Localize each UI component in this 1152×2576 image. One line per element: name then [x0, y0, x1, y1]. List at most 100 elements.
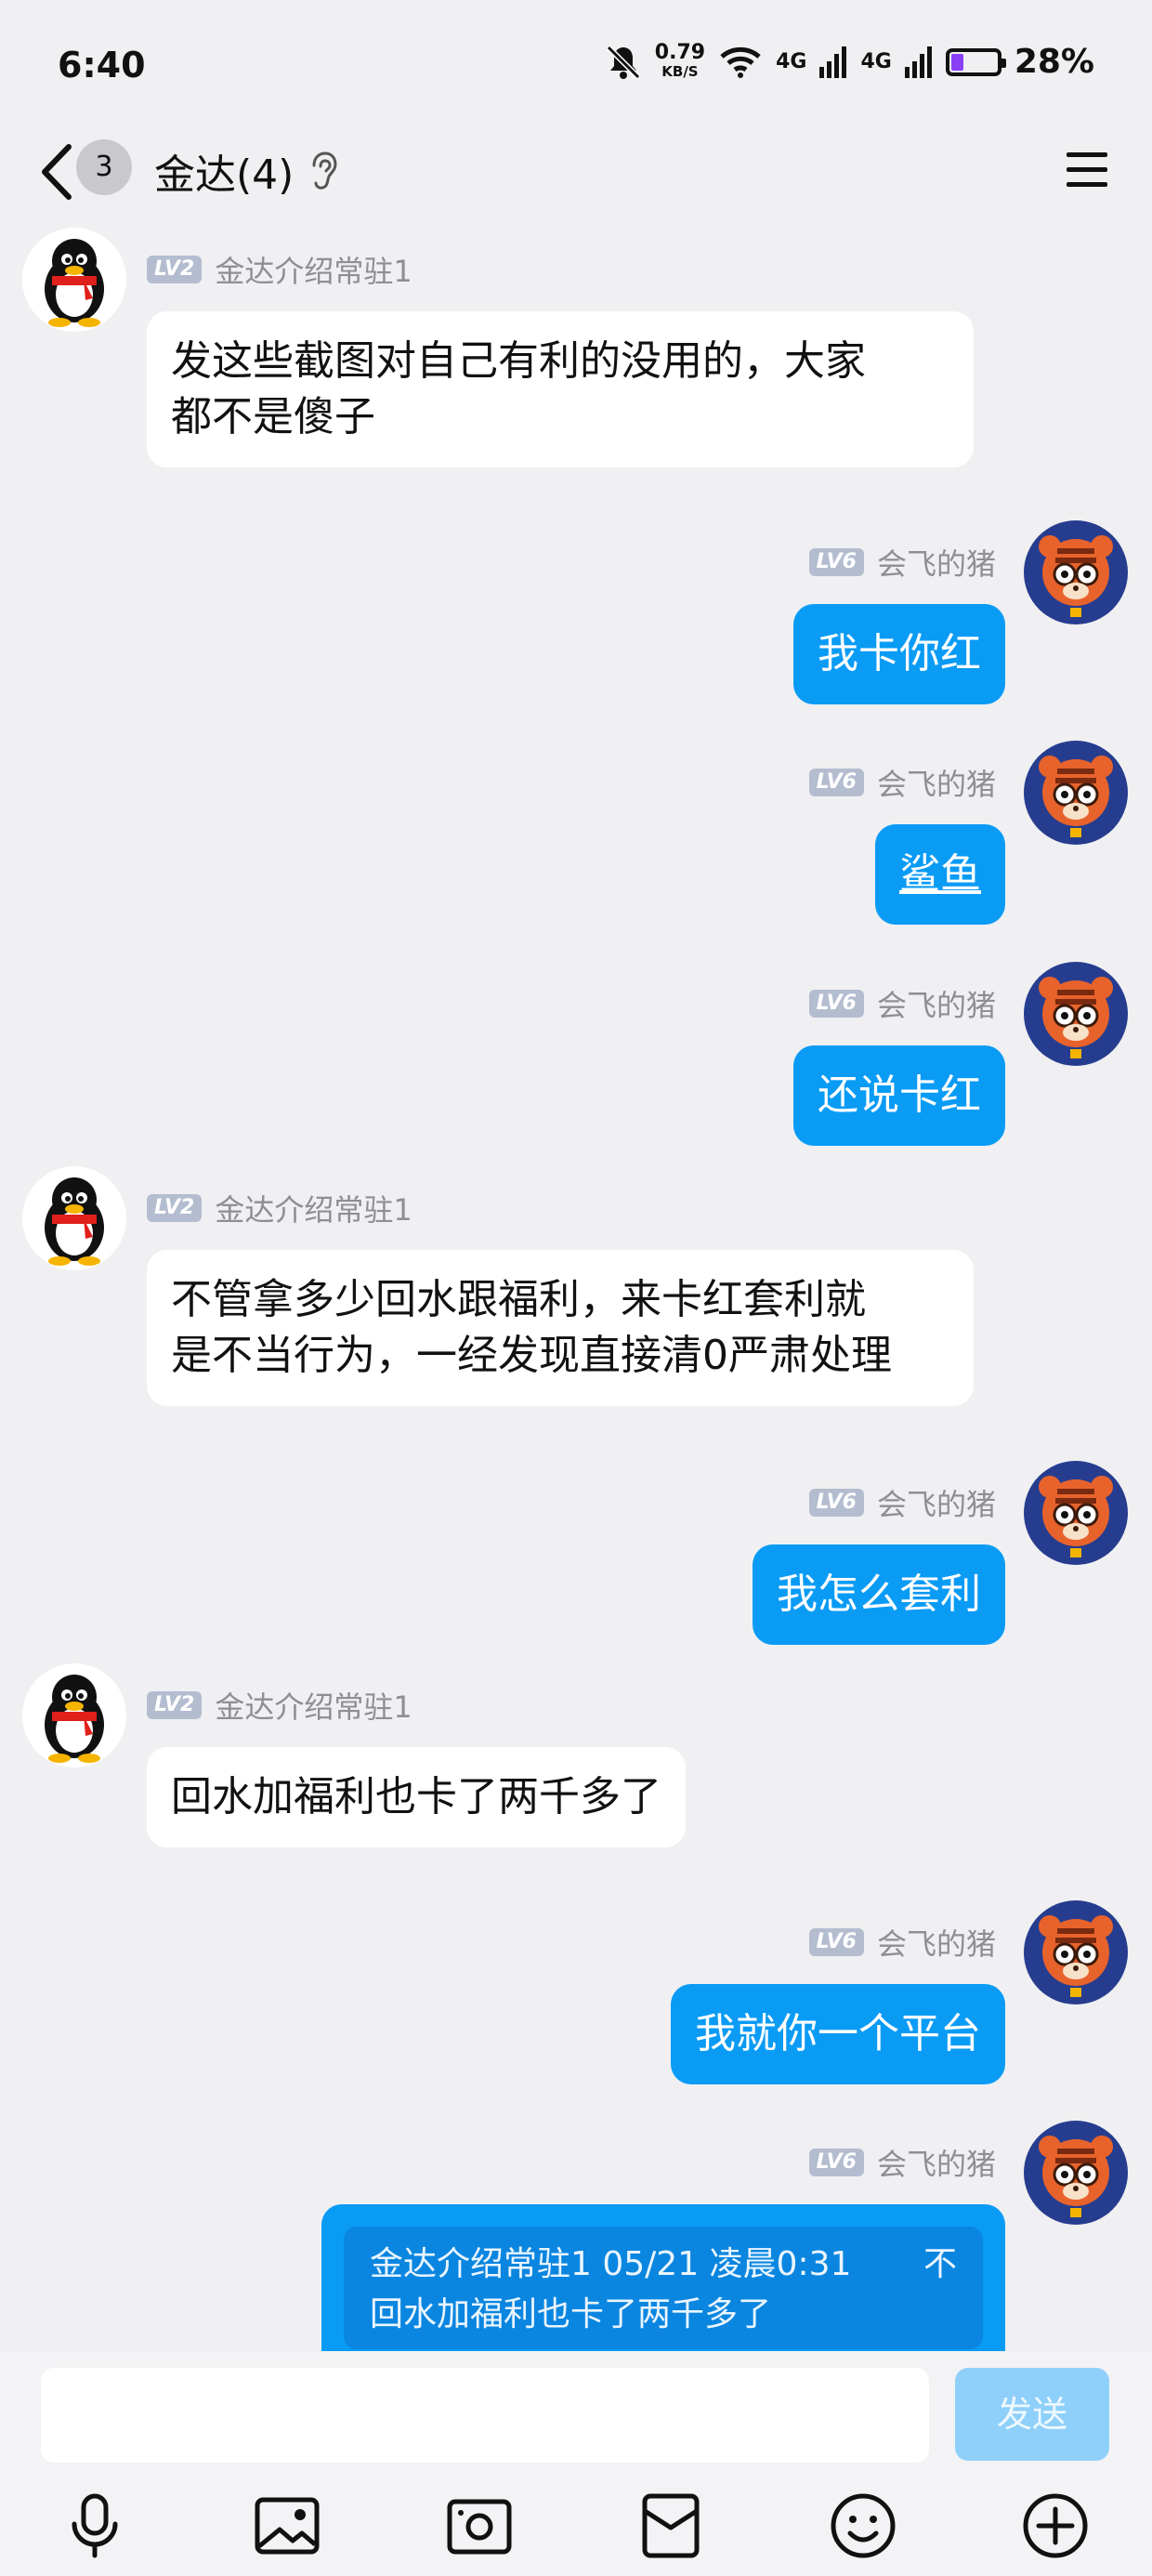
red-packet-icon[interactable]	[634, 2489, 708, 2563]
status-bar: 6:40 0.79 KB/S 4G 4G 28%	[0, 0, 1152, 121]
sender-meta: LV6 会飞的猪	[808, 1481, 996, 1524]
level-badge: LV2	[147, 1691, 203, 1719]
message-item: LV2 金达介绍常驻1 发这些截图对自己有利的没用的，大家 都不是傻子	[0, 228, 1152, 479]
net-speed: 0.79 KB/S	[654, 40, 706, 81]
group-title[interactable]: 金达(4)	[154, 141, 294, 201]
sender-meta: LV6 会飞的猪	[808, 982, 996, 1025]
sender-meta: LV2 金达介绍常驻1	[147, 1684, 412, 1727]
ear-icon[interactable]	[307, 149, 338, 193]
tiger-avatar-icon	[1024, 1461, 1128, 1565]
level-badge: LV6	[808, 548, 864, 576]
battery-icon	[945, 47, 1006, 76]
menu-icon[interactable]	[1063, 145, 1111, 193]
message-bubble[interactable]: 我卡你红	[793, 604, 1005, 704]
quote-header: 金达介绍常驻1 05/21 凌晨0:31	[370, 2245, 852, 2283]
mic-icon[interactable]	[58, 2489, 132, 2563]
wifi-icon	[720, 46, 761, 78]
message-bubble[interactable]: 不管拿多少回水跟福利，来卡红套利就 是不当行为，一经发现直接清0严肃处理	[147, 1250, 974, 1406]
message-item: LV6 会飞的猪 我卡你红	[0, 520, 1152, 706]
sender-name[interactable]: 会飞的猪	[877, 761, 996, 804]
unread-badge[interactable]: 3	[76, 139, 132, 195]
signal-label-2: 4G	[860, 50, 892, 73]
back-icon[interactable]	[35, 141, 78, 203]
message-item: LV6 会飞的猪 金达介绍常驻1 05/21 凌晨0:31 不 回水加福利也卡了…	[0, 2121, 1152, 2351]
tiger-avatar-icon	[1024, 520, 1128, 624]
level-badge: LV2	[147, 1194, 203, 1222]
message-item: LV6 会飞的猪 还说卡红	[0, 962, 1152, 1148]
emoji-icon[interactable]	[826, 2489, 900, 2563]
signal-bars-icon	[819, 46, 847, 78]
avatar-tiger[interactable]	[1024, 1461, 1128, 1565]
message-item: LV2 金达介绍常驻1 回水加福利也卡了两千多了	[0, 1663, 1152, 1849]
sender-meta: LV6 会飞的猪	[808, 761, 996, 804]
level-badge: LV6	[808, 1928, 864, 1956]
message-input[interactable]	[41, 2368, 929, 2463]
status-icons: 0.79 KB/S 4G 4G 28%	[605, 40, 1094, 81]
message-item: LV6 会飞的猪 我怎么套利	[0, 1461, 1152, 1647]
sender-name[interactable]: 金达介绍常驻1	[215, 1187, 412, 1229]
message-item: LV2 金达介绍常驻1 不管拿多少回水跟福利，来卡红套利就 是不当行为，一经发现…	[0, 1166, 1152, 1417]
tiger-avatar-icon	[1024, 1900, 1128, 2004]
avatar-tiger[interactable]	[1024, 741, 1128, 845]
message-bubble[interactable]: 发这些截图对自己有利的没用的，大家 都不是傻子	[147, 311, 974, 467]
sender-meta: LV6 会飞的猪	[808, 541, 996, 584]
mute-bell-icon	[606, 45, 640, 79]
image-icon[interactable]	[250, 2489, 324, 2563]
chat-header: 3 金达(4)	[0, 121, 1152, 228]
penguin-avatar-icon	[22, 228, 126, 332]
penguin-avatar-icon	[22, 1663, 126, 1768]
quoted-message[interactable]: 金达介绍常驻1 05/21 凌晨0:31 不 回水加福利也卡了两千多了	[344, 2227, 983, 2349]
message-list[interactable]: LV2 金达介绍常驻1 发这些截图对自己有利的没用的，大家 都不是傻子 LV6 …	[0, 228, 1152, 2351]
message-bubble[interactable]: 金达介绍常驻1 05/21 凌晨0:31 不 回水加福利也卡了两千多了	[321, 2204, 1005, 2351]
net-speed-value: 0.79	[654, 40, 706, 64]
sender-name[interactable]: 金达介绍常驻1	[215, 248, 412, 291]
message-bubble[interactable]: 我怎么套利	[753, 1544, 1005, 1645]
tiger-avatar-icon	[1024, 741, 1128, 845]
plus-icon[interactable]	[1018, 2489, 1093, 2563]
battery-percent: 28%	[1014, 43, 1094, 81]
message-bubble[interactable]: 回水加福利也卡了两千多了	[147, 1747, 686, 1847]
avatar-penguin[interactable]	[22, 228, 126, 332]
signal-label-1: 4G	[776, 50, 807, 73]
avatar-tiger[interactable]	[1024, 1900, 1128, 2004]
level-badge: LV2	[147, 256, 203, 283]
penguin-avatar-icon	[22, 1166, 126, 1270]
status-time: 6:40	[58, 45, 146, 85]
input-bar: 发送	[0, 2351, 1152, 2576]
message-bubble[interactable]: 鲨鱼	[875, 824, 1005, 925]
avatar-penguin[interactable]	[22, 1663, 126, 1768]
camera-icon[interactable]	[442, 2489, 517, 2563]
quote-text: 回水加福利也卡了两千多了	[370, 2295, 772, 2333]
net-speed-unit: KB/S	[661, 62, 699, 80]
message-text-line: 都不是傻子	[171, 393, 375, 440]
sender-meta: LV2 金达介绍常驻1	[147, 248, 412, 291]
sender-name[interactable]: 会飞的猪	[877, 541, 996, 584]
quote-extra: 不	[923, 2245, 957, 2283]
avatar-tiger[interactable]	[1024, 520, 1128, 624]
message-text-line: 发这些截图对自己有利的没用的，大家	[171, 337, 866, 385]
sender-name[interactable]: 会飞的猪	[877, 2141, 996, 2184]
sender-name[interactable]: 会飞的猪	[877, 1481, 996, 1524]
message-bubble[interactable]: 还说卡红	[793, 1045, 1005, 1146]
message-bubble[interactable]: 我就你一个平台	[671, 1984, 1005, 2084]
message-text-line: 不管拿多少回水跟福利，来卡红套利就	[171, 1276, 866, 1323]
send-button[interactable]: 发送	[955, 2368, 1109, 2461]
level-badge: LV6	[808, 769, 864, 796]
message-item: LV6 会飞的猪 我就你一个平台	[0, 1900, 1152, 2086]
message-item: LV6 会飞的猪 鲨鱼	[0, 741, 1152, 927]
sender-name[interactable]: 会飞的猪	[877, 982, 996, 1025]
tiger-avatar-icon	[1024, 2121, 1128, 2225]
avatar-tiger[interactable]	[1024, 2121, 1128, 2225]
sender-meta: LV6 会飞的猪	[808, 1921, 996, 1964]
level-badge: LV6	[808, 1489, 864, 1517]
sender-name[interactable]: 金达介绍常驻1	[215, 1684, 412, 1727]
signal-bars-icon-2	[904, 46, 932, 78]
message-text-line: 是不当行为，一经发现直接清0严肃处理	[171, 1332, 892, 1379]
message-link-text[interactable]: 鲨鱼	[899, 850, 981, 898]
sender-name[interactable]: 会飞的猪	[877, 1921, 996, 1964]
sender-meta: LV2 金达介绍常驻1	[147, 1187, 412, 1229]
avatar-tiger[interactable]	[1024, 962, 1128, 1066]
avatar-penguin[interactable]	[22, 1166, 126, 1270]
sender-meta: LV6 会飞的猪	[808, 2141, 996, 2184]
level-badge: LV6	[808, 990, 864, 1018]
